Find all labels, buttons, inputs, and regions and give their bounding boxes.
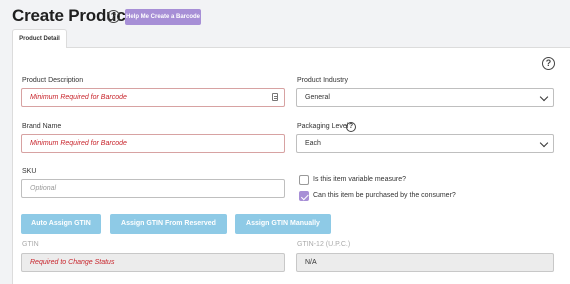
- packaging-level-select[interactable]: Each: [296, 134, 554, 153]
- brand-name-input[interactable]: Minimum Required for Barcode: [21, 134, 285, 153]
- product-industry-select[interactable]: General: [296, 88, 554, 107]
- brand-name-label: Brand Name: [22, 123, 62, 130]
- document-icon[interactable]: [272, 93, 278, 101]
- sku-label: SKU: [22, 168, 37, 175]
- sku-input[interactable]: Optional: [21, 179, 285, 198]
- auto-assign-gtin-button[interactable]: Auto Assign GTIN: [21, 214, 101, 234]
- gtin-label: GTIN: [22, 241, 39, 248]
- chevron-down-icon: [539, 92, 549, 102]
- help-create-barcode-button[interactable]: Help Me Create a Barcode: [125, 9, 201, 25]
- gtin12-value: N/A: [305, 259, 317, 266]
- product-description-label: Product Description: [22, 77, 84, 84]
- gtin12-label: GTIN-12 (U.P.C.): [297, 241, 351, 248]
- product-industry-value: General: [305, 94, 330, 101]
- consumer-purchase-checkbox[interactable]: [299, 191, 309, 201]
- help-icon[interactable]: ?: [107, 10, 120, 23]
- packaging-level-value: Each: [305, 140, 321, 147]
- product-description-placeholder: Minimum Required for Barcode: [30, 94, 127, 101]
- product-detail-panel: [12, 47, 570, 284]
- tab-product-detail[interactable]: Product Detail: [12, 29, 67, 48]
- packaging-level-label: Packaging Level: [297, 123, 349, 130]
- chevron-down-icon: [539, 138, 549, 148]
- consumer-purchase-label: Can this item be purchased by the consum…: [313, 192, 456, 199]
- product-description-input[interactable]: Minimum Required for Barcode: [21, 88, 285, 107]
- gtin-placeholder: Required to Change Status: [30, 259, 115, 266]
- brand-name-placeholder: Minimum Required for Barcode: [30, 140, 127, 147]
- assign-gtin-from-reserved-button[interactable]: Assign GTIN From Reserved: [110, 214, 227, 234]
- product-industry-label: Product Industry: [297, 77, 348, 84]
- panel-help-icon[interactable]: ?: [542, 57, 555, 70]
- variable-measure-label: Is this item variable measure?: [313, 176, 406, 183]
- assign-gtin-manually-button[interactable]: Assign GTIN Manually: [235, 214, 331, 234]
- gtin12-input: N/A: [296, 253, 554, 272]
- variable-measure-checkbox[interactable]: [299, 175, 309, 185]
- sku-placeholder: Optional: [30, 185, 57, 192]
- packaging-help-icon[interactable]: ?: [346, 122, 356, 132]
- gtin-input: Required to Change Status: [21, 253, 285, 272]
